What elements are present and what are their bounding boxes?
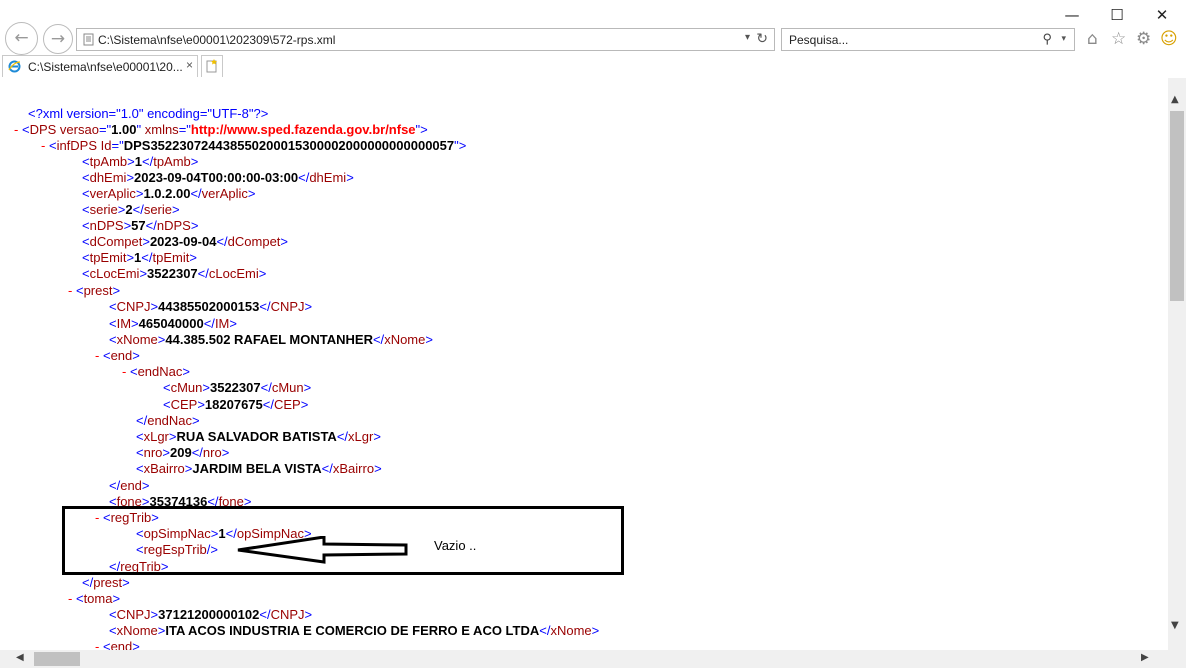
xml-node-tpamb: <tpAmb>1</tpAmb> bbox=[82, 154, 199, 169]
xml-node-veraplic: <verAplic>1.0.2.00</verAplic> bbox=[82, 186, 256, 201]
xml-node-serie: <serie>2</serie> bbox=[82, 202, 180, 217]
refresh-icon[interactable]: ↻ bbox=[756, 30, 768, 47]
new-tab-icon bbox=[206, 59, 217, 73]
feedback-icon[interactable]: ☺ bbox=[1160, 29, 1178, 49]
tab-close-icon[interactable]: × bbox=[186, 58, 193, 72]
ie-logo-icon bbox=[8, 60, 21, 73]
xml-node-toma-cnpj: <CNPJ>37121200000102</CNPJ> bbox=[109, 607, 313, 622]
xml-node-dcompet: <dCompet>2023-09-04</dCompet> bbox=[82, 234, 288, 249]
maximize-button[interactable]: ☐ bbox=[1097, 6, 1137, 24]
xml-node-end: - <end> bbox=[95, 348, 140, 363]
new-tab-button[interactable] bbox=[201, 55, 223, 77]
browser-chrome: — ☐ ✕ ← → C:\Sistema\nfse\e00001\202309\… bbox=[0, 0, 1186, 78]
xml-node-endnac-close: </endNac> bbox=[136, 413, 200, 428]
search-icon[interactable]: ⚲ bbox=[1042, 31, 1052, 47]
home-icon[interactable]: ⌂ bbox=[1087, 29, 1098, 49]
search-box[interactable]: Pesquisa... ⚲ ▾ bbox=[781, 28, 1075, 51]
vertical-scrollbar[interactable]: ▲ ▼ bbox=[1168, 78, 1186, 650]
xml-node-xlgr: <xLgr>RUA SALVADOR BATISTA</xLgr> bbox=[136, 429, 381, 444]
xml-node-dps: - <DPS versao="1.00" xmlns="http://www.s… bbox=[14, 122, 428, 137]
xml-node-clocemi: <cLocEmi>3522307</cLocEmi> bbox=[82, 266, 267, 281]
xml-node-cmun: <cMun>3522307</cMun> bbox=[163, 380, 312, 395]
search-placeholder: Pesquisa... bbox=[789, 33, 849, 47]
xml-node-xbairro: <xBairro>JARDIM BELA VISTA</xBairro> bbox=[136, 461, 382, 476]
address-url: C:\Sistema\nfse\e00001\202309\572-rps.xm… bbox=[98, 33, 336, 47]
back-button[interactable]: ← bbox=[5, 22, 38, 55]
vertical-scroll-thumb[interactable] bbox=[1170, 111, 1184, 301]
xml-node-toma-xnome: <xNome>ITA ACOS INDUSTRIA E COMERCIO DE … bbox=[109, 623, 600, 638]
address-bar[interactable]: C:\Sistema\nfse\e00001\202309\572-rps.xm… bbox=[76, 28, 775, 51]
scroll-up-icon[interactable]: ▲ bbox=[1171, 94, 1179, 105]
search-dropdown-icon[interactable]: ▾ bbox=[1061, 33, 1066, 44]
collapse-toggle[interactable]: - bbox=[14, 122, 18, 137]
scroll-left-icon[interactable]: ◀ bbox=[16, 652, 24, 663]
browser-tab[interactable]: C:\Sistema\nfse\e00001\20... × bbox=[2, 55, 198, 77]
horizontal-scroll-thumb[interactable] bbox=[34, 652, 80, 666]
collapse-toggle[interactable]: - bbox=[41, 138, 45, 153]
annotation-text: Vazio .. bbox=[434, 538, 477, 553]
xml-node-ndps: <nDPS>57</nDPS> bbox=[82, 218, 199, 233]
xml-node-prest-cnpj: <CNPJ>44385502000153</CNPJ> bbox=[109, 299, 313, 314]
xml-node-toma-end: - <end> bbox=[95, 639, 140, 650]
scroll-down-icon[interactable]: ▼ bbox=[1171, 620, 1179, 631]
xml-node-prest-im: <IM>465040000</IM> bbox=[109, 316, 237, 331]
xml-node-prest: - <prest> bbox=[68, 283, 121, 298]
annotation-arrow-icon bbox=[237, 536, 408, 564]
minimize-button[interactable]: — bbox=[1052, 6, 1092, 24]
collapse-toggle[interactable]: - bbox=[122, 364, 126, 379]
xml-node-toma: - <toma> bbox=[68, 591, 121, 606]
xml-node-prest-xnome: <xNome>44.385.502 RAFAEL MONTANHER</xNom… bbox=[109, 332, 433, 347]
xml-node-nro: <nro>209</nro> bbox=[136, 445, 230, 460]
xml-node-tpemit: <tpEmit>1</tpEmit> bbox=[82, 250, 197, 265]
xml-node-end-close: </end> bbox=[109, 478, 150, 493]
favorites-icon[interactable]: ☆ bbox=[1111, 29, 1126, 49]
collapse-toggle[interactable]: - bbox=[68, 283, 72, 298]
settings-icon[interactable]: ⚙ bbox=[1136, 29, 1151, 49]
scrollbar-corner bbox=[1168, 650, 1186, 668]
xml-node-dhemi: <dhEmi>2023-09-04T00:00:00-03:00</dhEmi> bbox=[82, 170, 354, 185]
xml-node-endnac: - <endNac> bbox=[122, 364, 190, 379]
xml-node-cep: <CEP>18207675</CEP> bbox=[163, 397, 309, 412]
xml-node-infdps: - <infDPS Id="DPS35223072443855020001530… bbox=[41, 138, 467, 153]
xml-node-prest-close: </prest> bbox=[82, 575, 130, 590]
xml-declaration: <?xml version="1.0" encoding="UTF-8"?> bbox=[28, 106, 269, 121]
close-window-button[interactable]: ✕ bbox=[1142, 6, 1182, 24]
address-dropdown-icon[interactable]: ▾ bbox=[745, 32, 750, 43]
collapse-toggle[interactable]: - bbox=[95, 639, 99, 650]
forward-button[interactable]: → bbox=[43, 24, 73, 54]
document-icon bbox=[83, 33, 94, 46]
horizontal-scrollbar[interactable]: ◀ ▶ bbox=[0, 650, 1168, 668]
tab-title: C:\Sistema\nfse\e00001\20... bbox=[28, 60, 183, 74]
collapse-toggle[interactable]: - bbox=[68, 591, 72, 606]
scroll-right-icon[interactable]: ▶ bbox=[1141, 652, 1149, 663]
collapse-toggle[interactable]: - bbox=[95, 348, 99, 363]
